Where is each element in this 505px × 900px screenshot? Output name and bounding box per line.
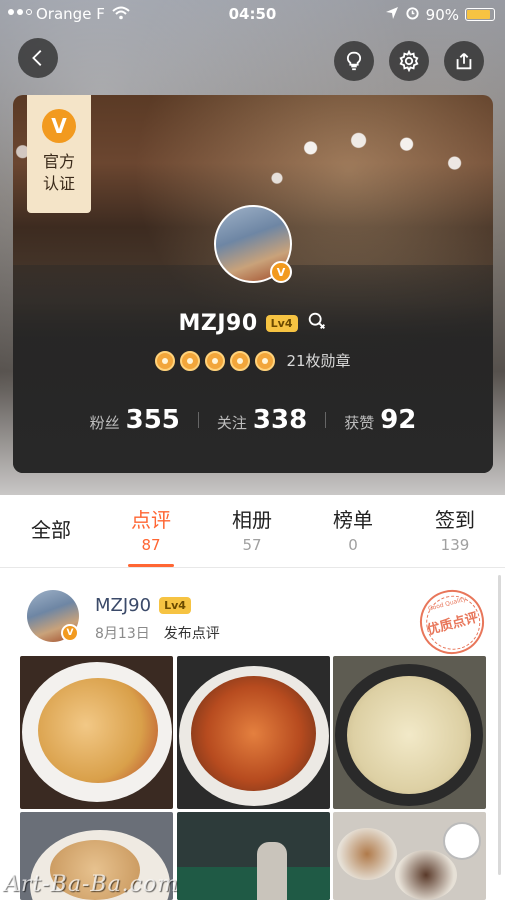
level-badge: Lv4 bbox=[265, 314, 298, 332]
profile-card: V 官方 认证 V MZJ90 Lv4 21枚勋章 粉丝 355 关注 338 bbox=[13, 95, 493, 473]
review-photo[interactable] bbox=[177, 812, 330, 900]
review-photo[interactable] bbox=[177, 656, 330, 809]
medal-icon bbox=[255, 350, 276, 371]
post-action: 发布点评 bbox=[163, 626, 220, 642]
gear-icon bbox=[399, 50, 419, 72]
stat-followers[interactable]: 粉丝 355 bbox=[72, 405, 198, 435]
medal-icon bbox=[205, 350, 226, 371]
tab-count: 57 bbox=[242, 536, 262, 554]
location-icon bbox=[385, 6, 399, 24]
tab-count: 0 bbox=[348, 536, 358, 554]
hint-button[interactable] bbox=[334, 41, 374, 81]
share-button[interactable] bbox=[444, 41, 484, 81]
back-button[interactable] bbox=[18, 38, 58, 78]
post-date: 8月13日 bbox=[95, 626, 150, 642]
tab-label: 榜单 bbox=[333, 508, 373, 532]
watermark: Art-Ba-Ba.com bbox=[4, 872, 180, 897]
stats-row: 粉丝 355 关注 338 获赞 92 bbox=[13, 405, 493, 435]
review-photo[interactable] bbox=[333, 812, 486, 900]
tab-label: 相册 bbox=[232, 508, 272, 532]
medal-icon bbox=[180, 350, 201, 371]
medal-icon bbox=[230, 350, 251, 371]
review-photo[interactable] bbox=[20, 656, 173, 809]
tab-count: 139 bbox=[440, 536, 470, 554]
search-user-icon[interactable] bbox=[306, 310, 328, 336]
stat-label: 关注 bbox=[216, 414, 247, 432]
profile-avatar[interactable]: V bbox=[214, 205, 292, 283]
content-tabs: 全部 点评 87 相册 57 榜单 0 签到 139 bbox=[0, 495, 505, 568]
share-icon bbox=[456, 53, 472, 70]
verified-v-icon: V bbox=[61, 624, 79, 642]
official-verification-badge[interactable]: V 官方 认证 bbox=[27, 95, 91, 213]
level-badge: Lv4 bbox=[159, 597, 191, 614]
quality-review-stamp: Good Quality 优质点评 bbox=[412, 582, 492, 662]
stat-likes[interactable]: 获赞 92 bbox=[326, 405, 434, 435]
stat-label: 获赞 bbox=[344, 414, 375, 432]
review-post-header: V MZJ90 Lv4 8月13日 发布点评 Good Quality 优质点评 bbox=[0, 568, 505, 662]
medals-row[interactable]: 21枚勋章 bbox=[13, 350, 493, 371]
post-avatar[interactable]: V bbox=[27, 590, 79, 642]
stat-value: 355 bbox=[125, 405, 180, 435]
tab-count: 87 bbox=[141, 536, 161, 554]
battery-icon bbox=[465, 8, 495, 21]
medal-icon bbox=[155, 350, 176, 371]
settings-button[interactable] bbox=[389, 41, 429, 81]
back-icon bbox=[32, 50, 42, 66]
review-photo[interactable] bbox=[333, 656, 486, 809]
verified-v-icon: V bbox=[270, 261, 292, 283]
lightbulb-icon bbox=[346, 51, 362, 71]
alarm-icon bbox=[405, 5, 420, 24]
tab-label: 点评 bbox=[131, 508, 171, 532]
battery-percent: 90% bbox=[425, 5, 459, 24]
stat-label: 粉丝 bbox=[89, 414, 120, 432]
stat-value: 92 bbox=[380, 405, 417, 435]
active-tab-indicator bbox=[128, 564, 174, 567]
scrollbar[interactable] bbox=[498, 575, 501, 875]
status-bar: Orange F 04:50 90% bbox=[0, 0, 505, 30]
medal-count: 21枚勋章 bbox=[286, 352, 351, 370]
stamp-subtext: Good Quality bbox=[427, 595, 468, 613]
official-badge-label: 官方 认证 bbox=[42, 152, 75, 193]
tab-label: 全部 bbox=[31, 518, 71, 542]
verified-v-icon: V bbox=[42, 109, 76, 143]
post-username[interactable]: MZJ90 bbox=[95, 595, 151, 616]
stat-following[interactable]: 关注 338 bbox=[199, 405, 325, 435]
username: MZJ90 bbox=[178, 310, 258, 336]
stat-value: 338 bbox=[252, 405, 308, 435]
tab-label: 签到 bbox=[435, 508, 475, 532]
